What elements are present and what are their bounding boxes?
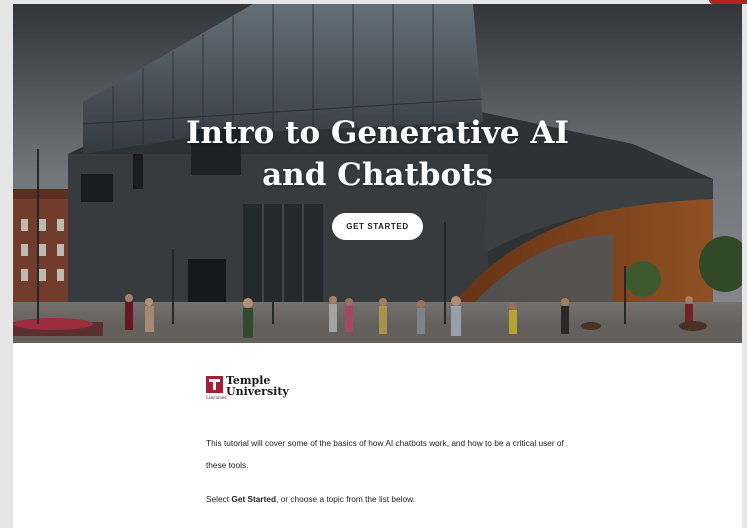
- temple-t-icon: [206, 376, 223, 393]
- intro-paragraph: This tutorial will cover some of the bas…: [206, 438, 564, 470]
- tutorial-page: Intro to Generative AI and Chatbots GET …: [13, 4, 742, 528]
- logo-wordmark: Temple University: [226, 375, 289, 397]
- get-started-button[interactable]: GET STARTED: [332, 213, 423, 240]
- hero-banner: Intro to Generative AI and Chatbots GET …: [13, 4, 742, 343]
- instruction-paragraph: Select Get Started, or choose a topic fr…: [206, 494, 415, 504]
- window-frame: Intro to Generative AI and Chatbots GET …: [0, 0, 747, 528]
- logo-word-university: University: [226, 385, 289, 398]
- logo-subtitle-libraries: Libraries: [206, 396, 227, 401]
- instruction-suffix: , or choose a topic from the list below.: [276, 494, 415, 504]
- instruction-get-started: Get Started: [231, 494, 277, 504]
- page-title-line-1: Intro to Generative AI: [185, 115, 569, 151]
- page-title-line-2: and Chatbots: [262, 157, 493, 193]
- instruction-prefix: Select: [206, 494, 232, 504]
- page-title: Intro to Generative AI and Chatbots: [13, 112, 742, 196]
